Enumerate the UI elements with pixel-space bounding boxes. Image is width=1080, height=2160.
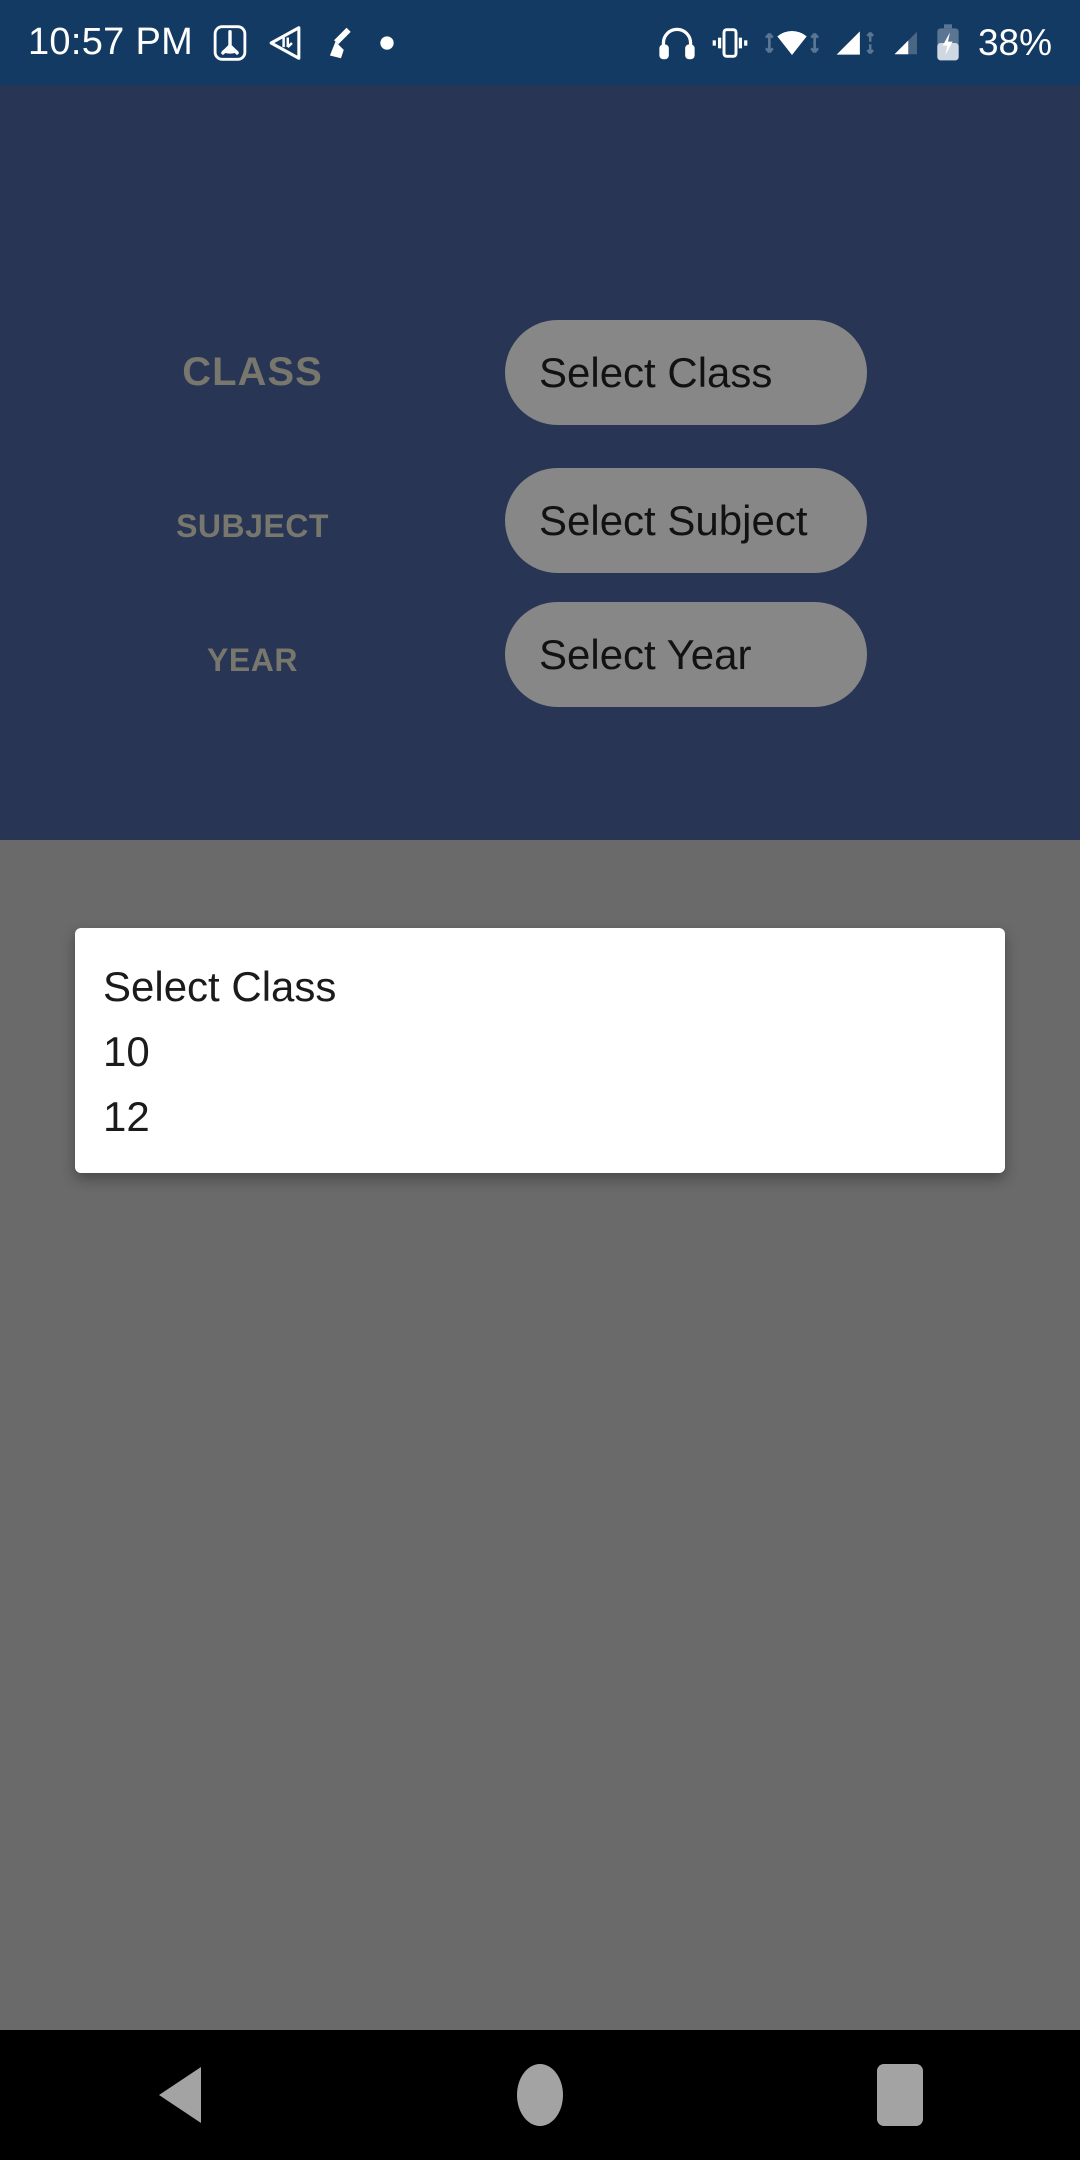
status-bar: 10:57 PM 38%	[0, 0, 1080, 85]
app-notification-icon	[213, 24, 247, 62]
label-year: YEAR	[207, 628, 298, 681]
battery-percent-label: 38%	[977, 21, 1052, 63]
status-bar-right-group: 38%	[658, 22, 1052, 64]
broom-cleaner-icon	[323, 25, 359, 61]
signal-sim1-icon	[834, 26, 878, 60]
home-circle-icon	[517, 2064, 563, 2126]
back-button[interactable]	[90, 2030, 270, 2160]
select-subject-button[interactable]: Select Subject	[505, 468, 867, 573]
form-row-subject: SUBJECT Select Subject	[0, 468, 1080, 573]
label-class: CLASS	[182, 350, 323, 394]
recents-square-icon	[877, 2064, 923, 2126]
volume-back-icon	[267, 25, 303, 61]
dot-notification-icon	[379, 35, 395, 51]
back-triangle-icon	[159, 2067, 201, 2123]
phone-screen: 10:57 PM 38% CLASS Select Class subject …	[0, 0, 1080, 2160]
home-button[interactable]	[450, 2030, 630, 2160]
system-navigation-bar	[0, 2030, 1080, 2160]
form-row-year: YEAR Select Year	[0, 602, 1080, 707]
selection-form-panel: CLASS Select Class SUBJECT Select Subjec…	[0, 85, 1080, 840]
select-class-button[interactable]: Select Class	[505, 320, 867, 425]
select-year-button[interactable]: Select Year	[505, 602, 867, 707]
wifi-activity-icon	[764, 25, 820, 61]
form-row-class: CLASS Select Class	[0, 320, 1080, 425]
dialog-option-12[interactable]: 12	[75, 1084, 1005, 1149]
dialog-option-10[interactable]: 10	[75, 1019, 1005, 1084]
battery-charging-icon	[936, 23, 960, 62]
label-subject: SUBJECT	[176, 494, 329, 547]
status-bar-left-group: 10:57 PM	[28, 21, 395, 64]
signal-sim2-icon	[892, 26, 922, 60]
recents-button[interactable]	[810, 2030, 990, 2160]
dialog-option-title[interactable]: Select Class	[75, 954, 1005, 1019]
vibrate-icon	[710, 26, 750, 60]
select-class-dialog: Select Class 10 12	[75, 928, 1005, 1173]
status-bar-clock: 10:57 PM	[28, 21, 194, 63]
headphones-icon	[658, 25, 696, 61]
